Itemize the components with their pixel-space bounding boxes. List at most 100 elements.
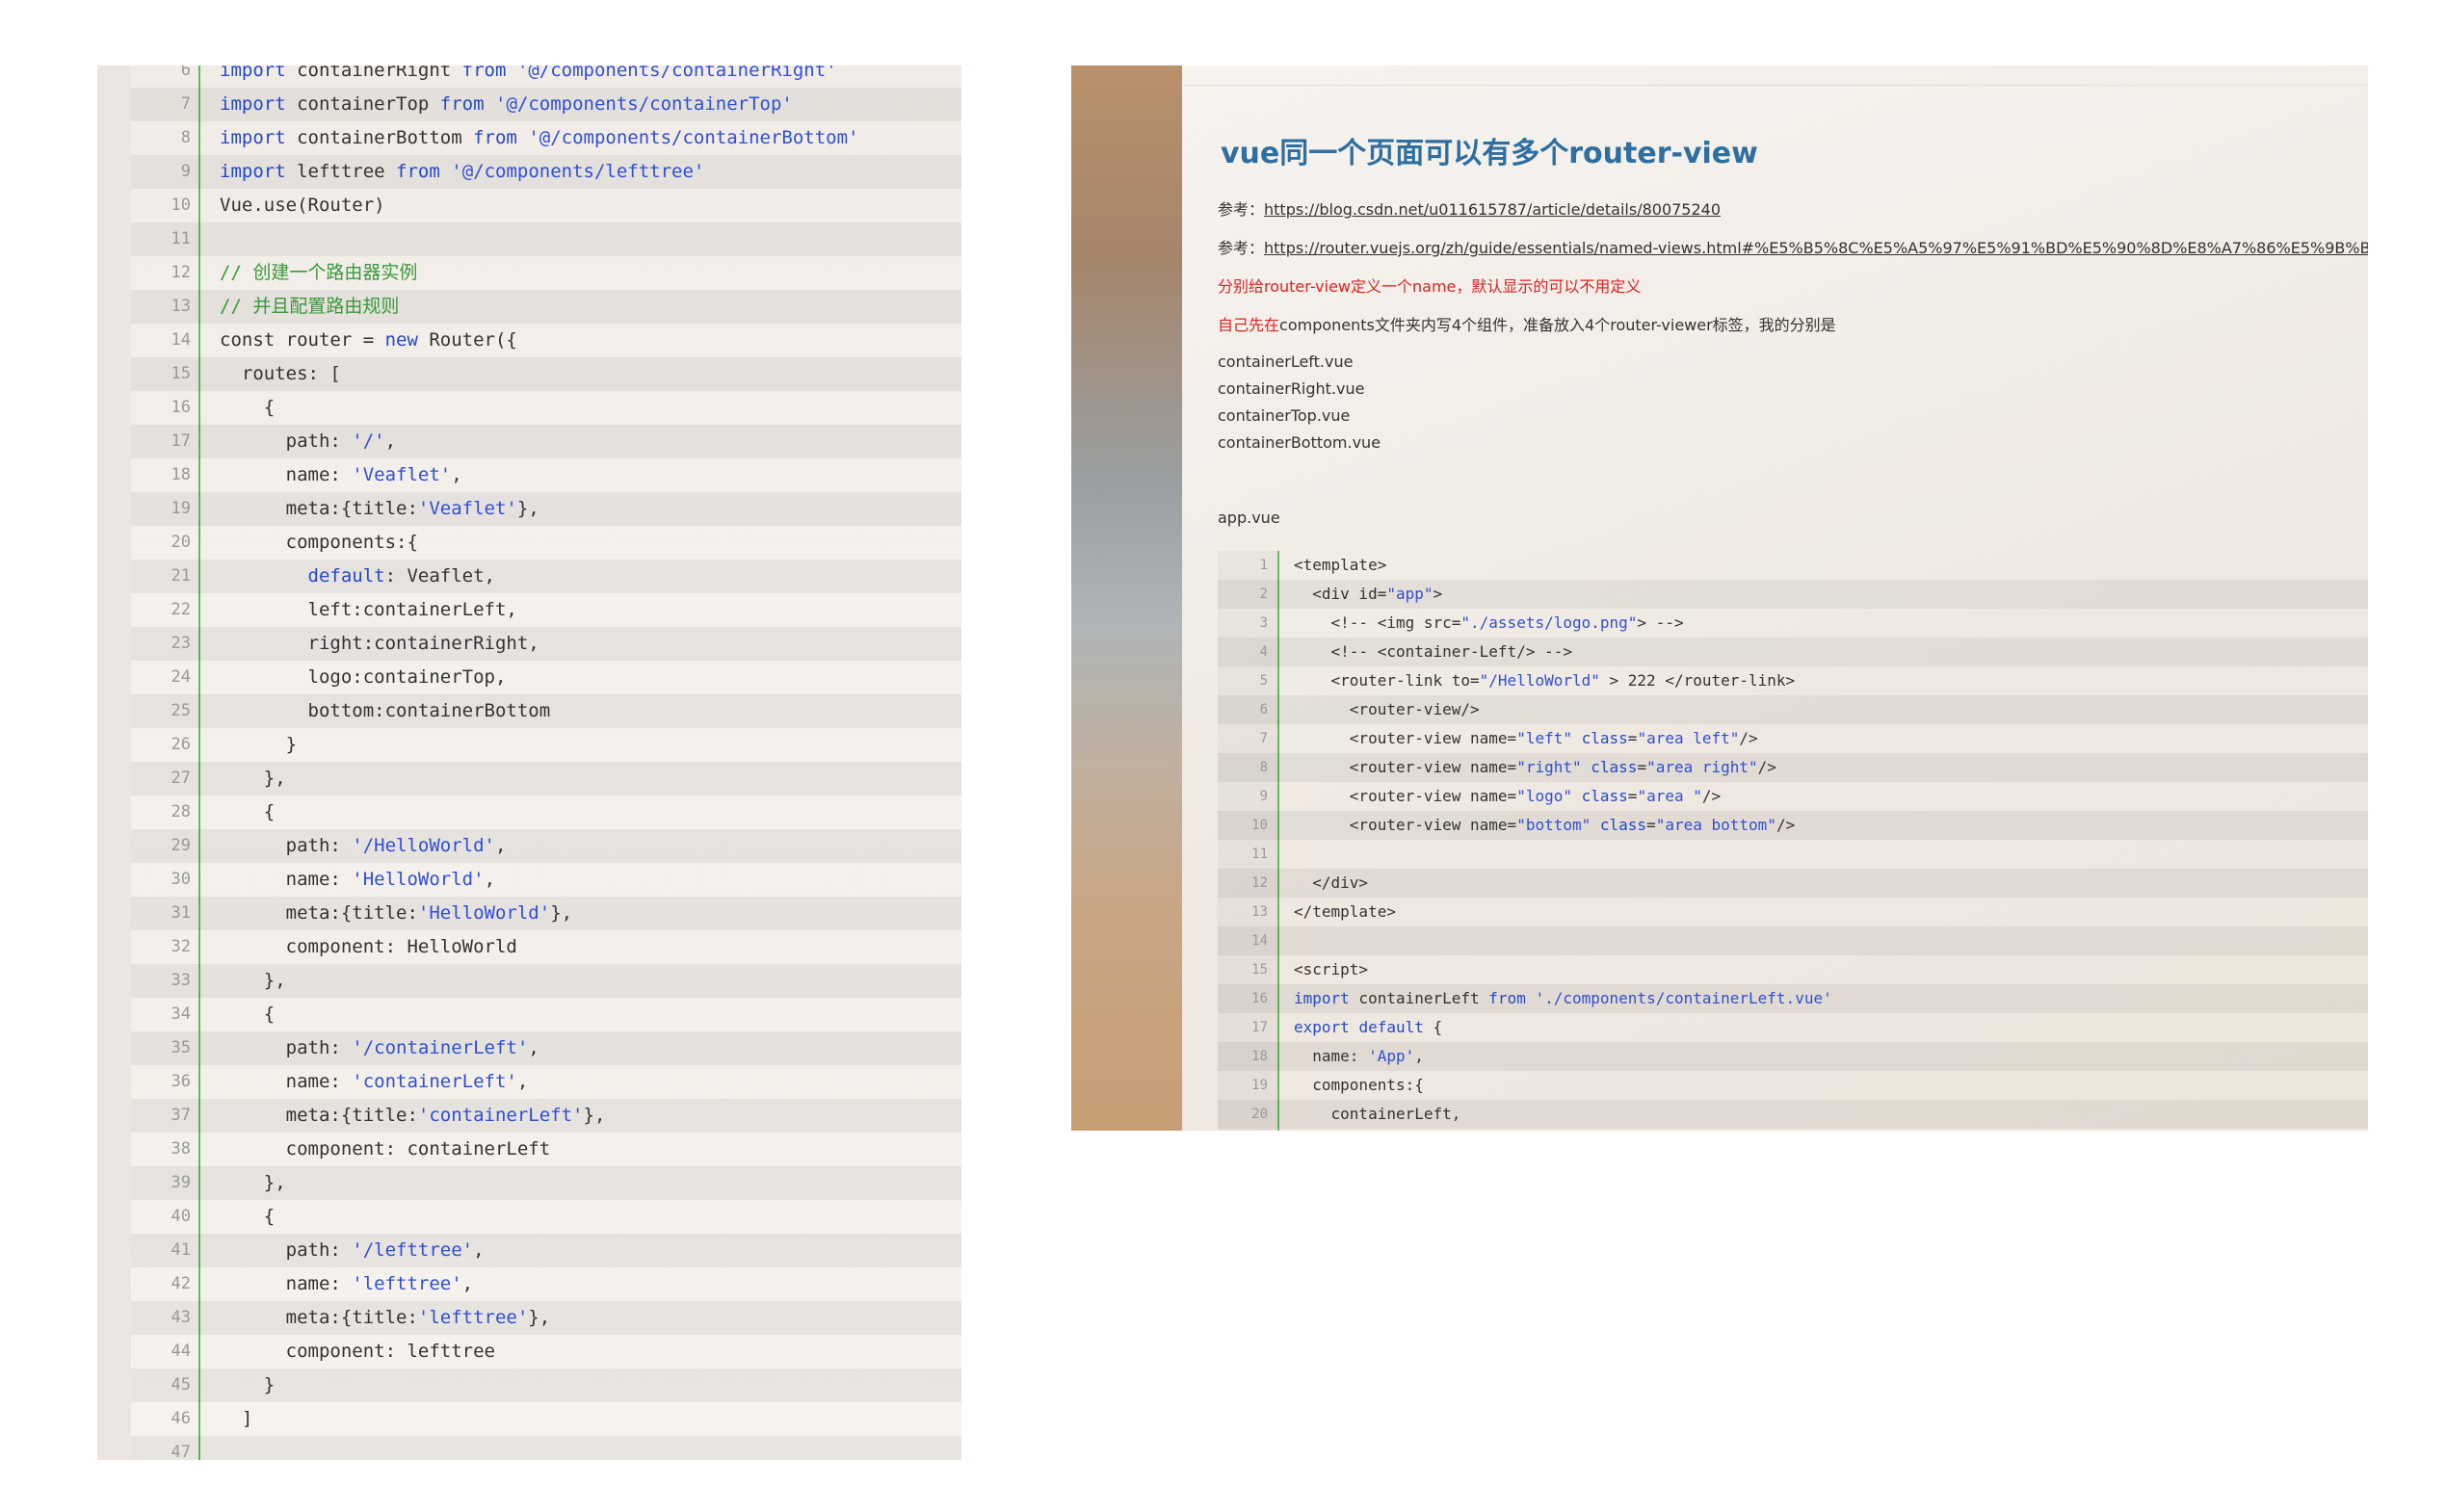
file-item: containerRight.vue [1218,379,1365,398]
line-code: Vue.use(Router) [220,195,385,216]
line-code: <div id="app"> [1294,585,1443,603]
line-code: <template> [1294,556,1387,574]
line-code: { [220,397,276,418]
line-number: 3 [1259,615,1268,631]
line-number: 42 [171,1274,191,1293]
line-number: 35 [171,1038,191,1057]
code-line: 34 { [131,998,961,1031]
line-code: <router-view name="right" class="area ri… [1294,758,1776,776]
line-code: ] [220,1408,253,1429]
reference-label: 参考： [1218,200,1265,219]
line-code: name: 'lefttree', [220,1273,474,1294]
line-code: meta:{title:'Veaflet'}, [220,498,539,519]
line-code: <router-view/> [1294,700,1480,718]
line-code: <script> [1294,960,1369,978]
line-number: 19 [1251,1078,1268,1093]
line-number: 1 [1259,558,1268,573]
line-number: 11 [1251,847,1268,862]
line-code: } [220,734,298,755]
editor-gutter-margin [97,65,131,1460]
reference-line-2: 参考：https://router.vuejs.org/zh/guide/ess… [1218,235,2368,258]
code-line: 4 <!-- <container-Left/> --> [1218,638,2368,666]
line-code: export default { [1294,1018,1443,1036]
line-code: meta:{title:'lefttree'}, [220,1307,551,1328]
code-line: 32 component: HelloWorld [131,930,961,964]
code-line: 12 </div> [1218,869,2368,898]
line-number: 45 [171,1375,191,1395]
code-line: 7 import containerTop from '@/components/… [131,88,961,121]
code-line: 9 <router-view name="logo" class="area "… [1218,782,2368,811]
line-code: <!-- <container-Left/> --> [1294,642,1572,661]
reference-link-2[interactable]: https://router.vuejs.org/zh/guide/essent… [1264,239,2368,257]
reference-line-1: 参考：https://blog.csdn.net/u011615787/arti… [1218,196,1721,220]
line-code: name: 'Veaflet', [220,464,462,485]
line-number: 22 [171,600,191,619]
line-code: </div> [1294,873,1369,892]
code-line: 45 } [131,1369,961,1402]
line-number: 44 [171,1342,191,1361]
line-number: 27 [171,769,191,788]
line-code: <router-link to="/HelloWorld" > 222 </ro… [1294,671,1796,690]
line-number: 28 [171,802,191,821]
blog-content: vue同一个页面可以有多个router-view 参考：https://blog… [1182,65,2368,1131]
post-title: vue同一个页面可以有多个router-view [1221,137,1758,170]
line-number: 26 [171,735,191,754]
line-number: 5 [1259,673,1268,689]
line-code: <router-view name="logo" class="area "/> [1294,787,1722,805]
line-number: 20 [171,533,191,552]
line-number: 24 [171,667,191,687]
code-line: 43 meta:{title:'lefttree'}, [131,1301,961,1335]
code-line: 35 path: '/containerLeft', [131,1031,961,1065]
line-number: 15 [171,364,191,383]
line-number: 19 [171,499,191,518]
app-vue-code-block: 1 <template> 2 <div id="app"> 3 <!-- <img s… [1218,551,2368,1131]
code-line: 16 { [131,391,961,425]
code-line: 23 right:containerRight, [131,627,961,661]
line-code: const router = new Router({ [220,329,517,351]
line-code: </template> [1294,902,1396,921]
line-code: path: '/HelloWorld', [220,835,507,856]
code-line: 28 { [131,795,961,829]
code-line: 16 import containerLeft from './component… [1218,984,2368,1013]
line-code: <!-- <img src="./assets/logo.png"> --> [1294,613,1684,632]
line-code: import lefttree from '@/components/leftt… [220,161,705,182]
line-number: 8 [180,128,191,147]
line-number: 25 [171,701,191,720]
code-line: 7 <router-view name="left" class="area l… [1218,724,2368,753]
line-number: 17 [1251,1020,1268,1035]
line-code: left:containerLeft, [220,599,517,620]
file-item: containerBottom.vue [1218,433,1381,452]
code-editor-panel: 6 import containerRight from '@/component… [97,65,961,1460]
line-code: components:{ [1294,1076,1424,1094]
line-number: 40 [171,1207,191,1226]
blog-post-panel: vue同一个页面可以有多个router-view 参考：https://blog… [1071,65,2368,1131]
line-code: name: 'containerLeft', [220,1071,529,1092]
line-code: }, [220,768,286,789]
line-number: 16 [171,398,191,417]
line-number: 15 [1251,962,1268,978]
line-code: } [220,1374,276,1395]
code-line: 9 import lefttree from '@/components/left… [131,155,961,189]
reference-label: 参考： [1218,239,1265,257]
code-line: 14 [1218,926,2368,955]
line-code: component: HelloWorld [220,936,517,957]
line-number: 33 [171,971,191,990]
line-code: }, [220,970,286,991]
code-line: 15 routes: [ [131,357,961,391]
code-line: 10 Vue.use(Router) [131,189,961,222]
code-line: 46 ] [131,1402,961,1436]
line-number: 16 [1251,991,1268,1006]
line-number: 8 [1259,760,1268,775]
line-code: }, [220,1172,286,1193]
app-vue-label: app.vue [1218,508,1280,527]
code-line: 18 name: 'Veaflet', [131,458,961,492]
line-number: 36 [171,1072,191,1091]
line-number: 7 [1259,731,1268,746]
reference-link-1[interactable]: https://blog.csdn.net/u011615787/article… [1264,200,1721,219]
code-line: 30 name: 'HelloWorld', [131,863,961,897]
line-number: 38 [171,1139,191,1159]
code-line: 13 </template> [1218,898,2368,926]
code-line: 26 } [131,728,961,762]
line-number: 11 [171,229,191,248]
line-number: 29 [171,836,191,855]
